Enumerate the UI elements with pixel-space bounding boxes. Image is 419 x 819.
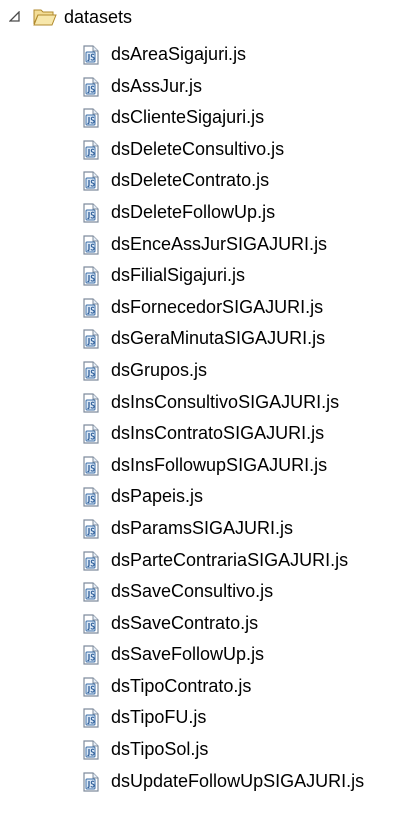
file-label: dsDeleteContrato.js: [111, 170, 270, 191]
file-label: dsAssJur.js: [111, 75, 203, 96]
javascript-file-icon: [82, 266, 100, 286]
file-label: dsInsContratoSIGAJURI.js: [111, 423, 325, 444]
file-row[interactable]: dsGrupos.js: [0, 359, 419, 391]
file-row[interactable]: dsDeleteContrato.js: [0, 169, 419, 201]
javascript-file-icon: [82, 392, 100, 413]
file-label: dsGeraMinutaSIGAJURI.js: [111, 328, 326, 349]
file-row[interactable]: dsAreaSigajuri.js: [0, 43, 419, 75]
file-label: dsDeleteFollowUp.js: [111, 201, 276, 222]
file-label: dsFilialSigajuri.js: [111, 265, 246, 286]
file-row[interactable]: dsUpdateFollowUpSIGAJURI.js: [0, 770, 419, 802]
javascript-file-icon: [82, 234, 100, 255]
javascript-file-icon: [82, 550, 100, 571]
file-row[interactable]: dsInsConsultivoSIGAJURI.js: [0, 391, 419, 423]
open-folder-icon[interactable]: [33, 8, 57, 26]
javascript-file-icon: [82, 772, 100, 792]
file-label: dsInsFollowupSIGAJURI.js: [111, 454, 328, 475]
file-label: dsTipoSol.js: [111, 739, 209, 760]
file-label: dsEnceAssJurSIGAJURI.js: [111, 233, 328, 254]
folder-label[interactable]: datasets: [64, 6, 132, 28]
javascript-file-icon: [82, 708, 100, 729]
file-label: dsInsConsultivoSIGAJURI.js: [111, 391, 340, 412]
javascript-file-icon: [82, 108, 100, 128]
file-row[interactable]: dsTipoSol.js: [0, 738, 419, 770]
javascript-file-icon: [82, 456, 100, 476]
javascript-file-icon: [82, 519, 100, 539]
file-label: dsTipoContrato.js: [111, 675, 252, 696]
file-row[interactable]: dsEnceAssJurSIGAJURI.js: [0, 233, 419, 265]
expanded-triangle-icon[interactable]: [9, 11, 21, 23]
javascript-file-icon: [82, 677, 100, 697]
javascript-file-icon: [82, 298, 100, 318]
file-row[interactable]: dsGeraMinutaSIGAJURI.js: [0, 327, 419, 359]
file-label: dsPapeis.js: [111, 486, 204, 507]
file-label: dsUpdateFollowUpSIGAJURI.js: [111, 770, 365, 791]
file-label: dsAreaSigajuri.js: [111, 44, 247, 64]
file-row[interactable]: dsParteContrariaSIGAJURI.js: [0, 549, 419, 581]
javascript-file-icon: [82, 329, 100, 349]
file-label: dsParamsSIGAJURI.js: [111, 517, 294, 538]
file-label: dsSaveContrato.js: [111, 612, 259, 633]
file-row[interactable]: dsInsFollowupSIGAJURI.js: [0, 454, 419, 486]
file-label: dsSaveConsultivo.js: [111, 581, 274, 602]
file-row[interactable]: dsFilialSigajuri.js: [0, 264, 419, 296]
javascript-file-icon: [82, 361, 100, 381]
file-row[interactable]: dsDeleteFollowUp.js: [0, 201, 419, 233]
file-label: dsSaveFollowUp.js: [111, 644, 265, 665]
file-row[interactable]: dsInsContratoSIGAJURI.js: [0, 422, 419, 454]
file-row[interactable]: dsClienteSigajuri.js: [0, 106, 419, 138]
file-row[interactable]: dsSaveConsultivo.js: [0, 580, 419, 612]
javascript-file-icon: [82, 203, 100, 223]
file-row[interactable]: dsPapeis.js: [0, 485, 419, 517]
file-label: dsFornecedorSIGAJURI.js: [111, 296, 324, 317]
file-row[interactable]: dsParamsSIGAJURI.js: [0, 517, 419, 549]
file-row[interactable]: dsSaveContrato.js: [0, 612, 419, 644]
file-label: dsClienteSigajuri.js: [111, 107, 265, 128]
file-row[interactable]: dsTipoContrato.js: [0, 675, 419, 707]
javascript-file-icon: [82, 45, 100, 65]
file-row[interactable]: dsAssJur.js: [0, 75, 419, 107]
javascript-file-icon: [82, 487, 100, 507]
javascript-file-icon: [82, 614, 100, 634]
project-tree: datasets dsAreaSigajuri.js dsAssJur.js dsC…: [0, 0, 419, 819]
javascript-file-icon: [82, 171, 100, 191]
javascript-file-icon: [82, 582, 100, 602]
file-label: dsDeleteConsultivo.js: [111, 138, 285, 159]
file-row[interactable]: dsTipoFU.js: [0, 706, 419, 738]
javascript-file-icon: [82, 76, 100, 97]
file-label: dsTipoFU.js: [111, 707, 207, 728]
file-list: dsAreaSigajuri.js dsAssJur.js dsClienteSig…: [0, 43, 419, 801]
javascript-file-icon: [82, 645, 100, 665]
file-row[interactable]: dsDeleteConsultivo.js: [0, 138, 419, 170]
file-label: dsGrupos.js: [111, 359, 208, 380]
javascript-file-icon: [82, 140, 100, 160]
javascript-file-icon: [82, 424, 100, 444]
file-row[interactable]: dsSaveFollowUp.js: [0, 643, 419, 675]
file-label: dsParteContrariaSIGAJURI.js: [111, 549, 349, 570]
file-row[interactable]: dsFornecedorSIGAJURI.js: [0, 296, 419, 328]
javascript-file-icon: [82, 740, 100, 760]
